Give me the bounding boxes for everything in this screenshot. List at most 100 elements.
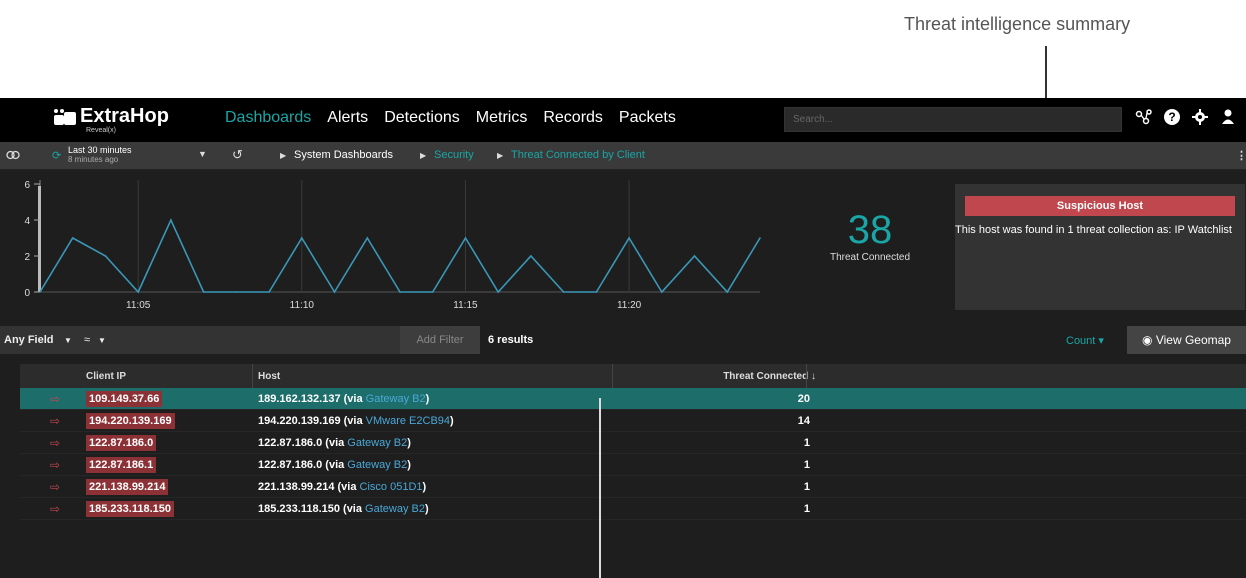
data-point xyxy=(104,255,107,257)
data-point xyxy=(71,237,74,239)
table-row[interactable]: ⇨ 109.149.37.66 189.162.132.137 (via Gatew… xyxy=(20,388,1246,410)
host-text: 185.233.118.150 (via xyxy=(258,503,366,515)
table-row[interactable]: ⇨ 122.87.186.0 122.87.186.0 (via Gateway B… xyxy=(20,432,1246,454)
y-tick-label: 2 xyxy=(24,252,30,263)
via-device-link[interactable]: Gateway B2 xyxy=(347,437,407,449)
geomap-icon: ◉ xyxy=(1142,333,1153,347)
threat-connected-kpi: 38 Threat Connected xyxy=(790,210,950,263)
nav-detections[interactable]: Detections xyxy=(384,109,460,127)
data-point xyxy=(693,255,696,257)
time-dropdown-icon[interactable]: ▼ xyxy=(198,149,207,159)
breadcrumb-security[interactable]: Security xyxy=(434,149,474,161)
threat-flag-icon: ⇨ xyxy=(50,414,61,428)
time-range-sub: 8 minutes ago xyxy=(68,155,119,164)
help-icon[interactable]: ? xyxy=(1163,108,1181,133)
results-count: 6 results xyxy=(488,334,534,346)
view-geomap-button[interactable]: ◉ View Geomap xyxy=(1127,326,1246,354)
app-window: ExtraHop Reveal(x) Dashboards Alerts Det… xyxy=(0,98,1246,578)
table-row[interactable]: ⇨ 185.233.118.150 185.233.118.150 (via Gat… xyxy=(20,498,1246,520)
data-point xyxy=(202,291,205,293)
sub-bar: ⟳ Last 30 minutes 8 minutes ago ▼ ↺ ▶ Sy… xyxy=(0,142,1246,170)
client-ip[interactable]: 109.149.37.66 xyxy=(86,391,163,407)
sidebar-toggle-icon[interactable] xyxy=(6,149,20,164)
client-ip[interactable]: 194.220.139.169 xyxy=(86,413,175,429)
host-cell: 194.220.139.169 (via VMware E2CB94) xyxy=(258,415,454,427)
col-threat-connected[interactable]: Threat Connected ↓ xyxy=(710,371,816,382)
threat-flag-icon: ⇨ xyxy=(50,502,61,516)
data-point xyxy=(235,291,238,293)
table-row[interactable]: ⇨ 122.87.186.1 122.87.186.0 (via Gateway B… xyxy=(20,454,1246,476)
table-body: ⇨ 109.149.37.66 189.162.132.137 (via Gatew… xyxy=(20,388,1246,520)
user-icon[interactable] xyxy=(1219,108,1237,133)
nav-alerts[interactable]: Alerts xyxy=(327,109,368,127)
count-label: Count xyxy=(1066,335,1096,347)
filter-bar: Any Field ▼ ≈ ▼ Add Filter 6 results Cou… xyxy=(0,326,1246,354)
filter-field: Any Field ▼ ≈ ▼ Add Filter xyxy=(0,326,480,354)
breadcrumb-system-dashboards[interactable]: System Dashboards xyxy=(294,149,393,161)
data-point xyxy=(431,291,434,293)
logo[interactable]: ExtraHop Reveal(x) xyxy=(52,106,169,134)
operator-select[interactable]: ≈ xyxy=(84,334,90,346)
refresh-icon[interactable]: ⟳ xyxy=(52,149,61,162)
table-row[interactable]: ⇨ 221.138.99.214 221.138.99.214 (via Cisco… xyxy=(20,476,1246,498)
search-input[interactable]: Search... xyxy=(784,107,1122,132)
nav-metrics[interactable]: Metrics xyxy=(476,109,528,127)
table-row[interactable]: ⇨ 194.220.139.169 194.220.139.169 (via VMw… xyxy=(20,410,1246,432)
client-ip[interactable]: 221.138.99.214 xyxy=(86,479,169,495)
top-icons: ? xyxy=(1135,108,1237,133)
col-client-ip[interactable]: Client IP xyxy=(86,371,126,382)
view-geomap-label: View Geomap xyxy=(1155,333,1231,347)
threat-chart: 0 2 4 6 11:05 11:10 11:15 11:20 xyxy=(0,170,770,322)
time-range-selector[interactable]: Last 30 minutes 8 minutes ago xyxy=(68,145,132,165)
x-tick-label: 11:20 xyxy=(617,300,642,311)
network-icon[interactable] xyxy=(1135,108,1153,133)
host-text: 189.162.132.137 (via xyxy=(258,393,366,405)
y-tick-label: 4 xyxy=(24,216,30,227)
data-point xyxy=(726,291,729,293)
add-filter-button[interactable]: Add Filter xyxy=(400,326,480,354)
via-device-link[interactable]: Gateway B2 xyxy=(347,459,407,471)
client-ip[interactable]: 122.87.186.0 xyxy=(86,435,157,451)
host-text: 194.220.139.169 (via xyxy=(258,415,366,427)
nav-records[interactable]: Records xyxy=(543,109,603,127)
y-tick-label: 6 xyxy=(24,180,30,191)
callout-line-2 xyxy=(599,398,601,578)
host-text: 221.138.99.214 (via xyxy=(258,481,360,493)
suspicious-host-badge: Suspicious Host xyxy=(965,196,1235,216)
operator-dropdown-icon[interactable]: ▼ xyxy=(98,336,106,345)
client-ip[interactable]: 185.233.118.150 xyxy=(86,501,174,517)
data-point xyxy=(137,291,139,293)
data-point xyxy=(759,237,761,239)
threat-count: 1 xyxy=(803,437,810,449)
top-nav: ExtraHop Reveal(x) Dashboards Alerts Det… xyxy=(0,98,1246,142)
host-cell: 189.162.132.137 (via Gateway B2) xyxy=(258,393,429,405)
via-device-link[interactable]: VMware E2CB94 xyxy=(366,415,450,427)
via-device-link[interactable]: Cisco 051D1 xyxy=(360,481,423,493)
host-close-paren: ) xyxy=(407,459,411,471)
host-close-paren: ) xyxy=(422,481,427,493)
callout-title: Threat intelligence summary xyxy=(904,14,1131,34)
any-field-select[interactable]: Any Field xyxy=(4,334,54,346)
threat-flag-icon: ⇨ xyxy=(50,392,61,406)
threat-count: 14 xyxy=(797,415,810,427)
nav-packets[interactable]: Packets xyxy=(619,109,676,127)
more-options-icon[interactable]: ⋮ xyxy=(1236,149,1246,162)
data-point xyxy=(301,237,303,239)
data-point xyxy=(497,291,499,293)
crumb-arrow-icon: ▶ xyxy=(280,151,287,160)
history-icon[interactable]: ↺ xyxy=(232,147,243,163)
count-dropdown[interactable]: Count ▾ xyxy=(1066,334,1104,347)
via-device-link[interactable]: Gateway B2 xyxy=(366,393,426,405)
via-device-link[interactable]: Gateway B2 xyxy=(365,503,425,515)
client-ip[interactable]: 122.87.186.1 xyxy=(86,457,157,473)
logo-icon xyxy=(52,106,76,130)
col-host[interactable]: Host xyxy=(258,371,280,382)
host-cell: 122.87.186.0 (via Gateway B2) xyxy=(258,437,411,449)
breadcrumb-threat-connected[interactable]: Threat Connected by Client xyxy=(511,149,645,161)
data-point xyxy=(39,291,41,293)
gear-icon[interactable] xyxy=(1191,108,1209,133)
threat-count: 1 xyxy=(803,503,810,515)
field-dropdown-icon[interactable]: ▼ xyxy=(64,336,72,345)
host-close-paren: ) xyxy=(424,503,429,515)
nav-dashboards[interactable]: Dashboards xyxy=(225,109,311,127)
